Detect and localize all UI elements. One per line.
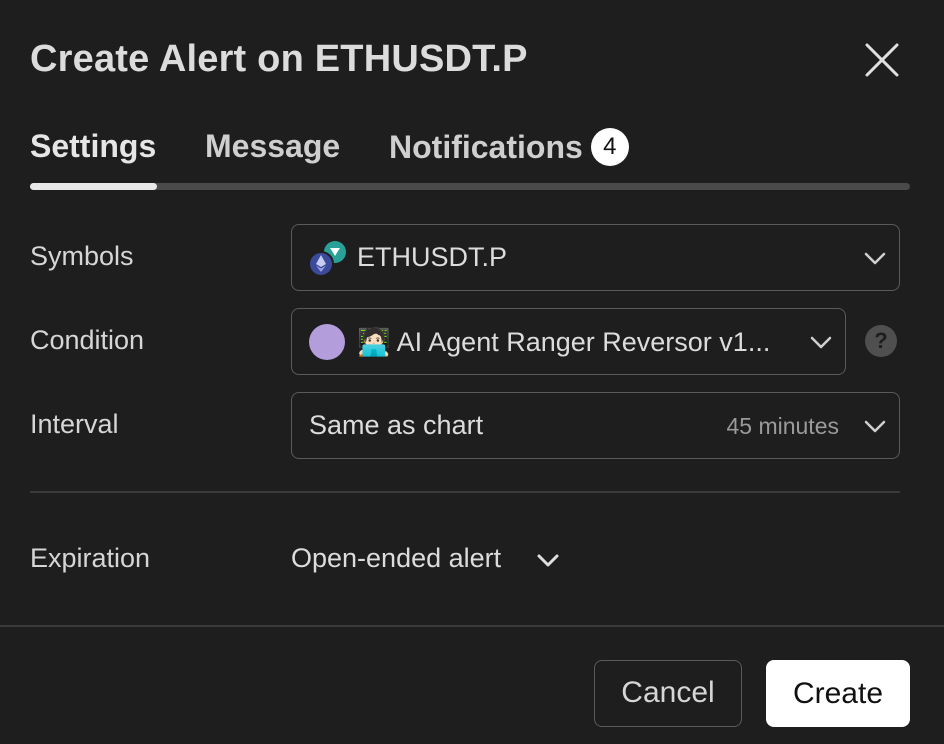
- active-tab-indicator: [30, 183, 157, 190]
- tab-settings[interactable]: Settings: [30, 128, 156, 165]
- symbols-label: Symbols: [30, 241, 134, 271]
- cancel-button[interactable]: Cancel: [594, 660, 742, 727]
- chevron-down-icon: [810, 336, 832, 349]
- condition-select[interactable]: 🧑🏻‍💻 AI Agent Ranger Reversor v1...: [291, 308, 846, 375]
- tab-bar: Settings Message Notifications 4: [30, 128, 910, 188]
- tab-settings-label: Settings: [30, 128, 157, 164]
- footer-divider: [0, 625, 944, 627]
- condition-color-dot: [309, 324, 345, 360]
- interval-value: Same as chart: [309, 410, 484, 440]
- chevron-down-icon: [864, 420, 886, 433]
- help-icon[interactable]: ?: [865, 325, 897, 357]
- dialog-title: Create Alert on ETHUSDT.P: [30, 38, 528, 80]
- chevron-down-icon: [537, 554, 559, 567]
- tab-notifications-label: Notifications: [389, 129, 583, 165]
- interval-select[interactable]: Same as chart 45 minutes: [291, 392, 900, 459]
- condition-value: 🧑🏻‍💻 AI Agent Ranger Reversor v1...: [357, 327, 771, 357]
- chevron-down-icon: [864, 252, 886, 265]
- symbols-value: ETHUSDT.P: [357, 242, 508, 272]
- close-button[interactable]: [858, 36, 906, 84]
- tab-track: [30, 183, 910, 190]
- condition-label: Condition: [30, 325, 145, 355]
- create-alert-dialog: Create Alert on ETHUSDT.P Settings Messa…: [0, 0, 944, 744]
- ethereum-icon: [308, 241, 346, 277]
- notifications-count-badge: 4: [590, 128, 629, 166]
- tab-message-label: Message: [205, 128, 341, 164]
- interval-label: Interval: [30, 409, 119, 439]
- expiration-dropdown[interactable]: Open-ended alert: [291, 541, 581, 581]
- expiration-label: Expiration: [30, 543, 151, 573]
- symbols-select[interactable]: ETHUSDT.P: [291, 224, 900, 291]
- section-divider: [30, 491, 900, 493]
- close-icon: [865, 43, 899, 77]
- interval-hint: 45 minutes: [726, 413, 839, 439]
- expiration-value: Open-ended alert: [291, 543, 502, 573]
- create-button[interactable]: Create: [766, 660, 910, 727]
- tab-message[interactable]: Message: [205, 128, 340, 165]
- tab-notifications[interactable]: Notifications 4: [389, 128, 629, 166]
